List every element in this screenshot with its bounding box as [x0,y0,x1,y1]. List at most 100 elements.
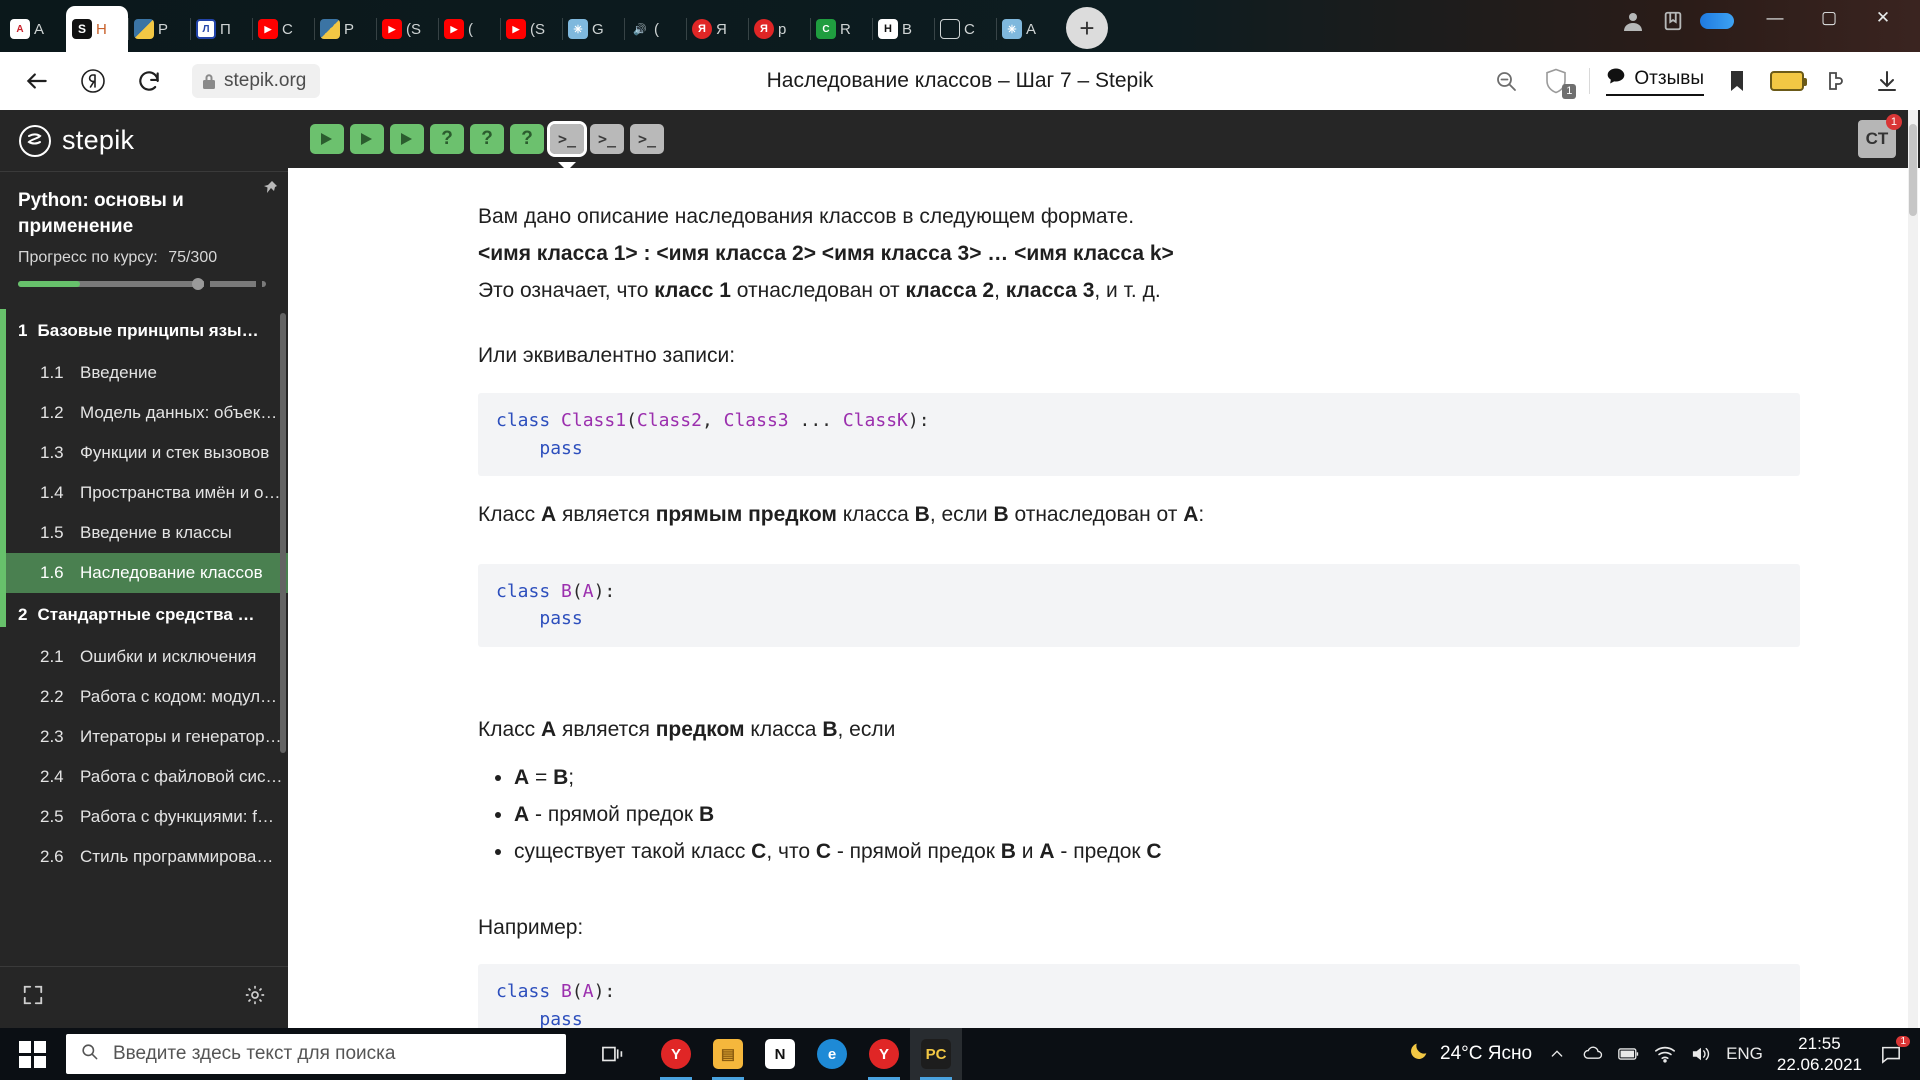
fullscreen-icon[interactable] [22,984,44,1011]
browser-tab[interactable]: 🔊( [624,6,686,52]
progress-gap-2 [256,281,262,288]
browser-tab[interactable]: ▶( [438,6,500,52]
sidebar-scrollbar[interactable] [280,313,286,754]
direct-c: B [914,502,930,526]
toc-unit[interactable]: 2 Стандартные средства … [0,593,288,637]
onedrive-icon[interactable] [1582,1043,1604,1065]
volume-icon[interactable] [1690,1043,1712,1065]
step-button-5[interactable]: ? [470,124,504,154]
reviews-button[interactable]: Отзывы [1606,66,1704,96]
system-tray: 24°C Ясно ENG 21:55 22.06.2021 1 [1408,1033,1914,1076]
scrollbar-thumb[interactable] [1909,124,1917,216]
language-indicator[interactable]: ENG [1726,1044,1763,1064]
sidebar-item-2-2[interactable]: 2.2 Работа с кодом: модул… [0,677,288,717]
toc-label: Стиль программирова… [80,847,274,867]
new-tab-button[interactable]: + [1066,7,1108,49]
browser-tab[interactable]: ▶ (S [500,6,562,52]
sync-indicator[interactable] [1700,13,1734,29]
sidebar-item-1-5[interactable]: 1.5 Введение в классы [0,513,288,553]
step-button-6[interactable]: ? [510,124,544,154]
extensions-icon[interactable] [1820,64,1854,98]
browser-tab[interactable]: ✳ A [996,6,1058,52]
start-button[interactable] [6,1028,58,1080]
browser-tab[interactable]: ✳ G [562,6,624,52]
condition-part: - прямой предок [831,839,1001,863]
browser-tab[interactable]: ЛП [190,6,252,52]
browser-tab[interactable]: Яp [748,6,810,52]
sidebar-item-1-2[interactable]: 1.2 Модель данных: объек… [0,393,288,433]
step-button-3[interactable] [390,124,424,154]
step-button-1[interactable] [310,124,344,154]
toc-unit[interactable]: 1 Базовые принципы язы… [0,309,288,353]
direct-bold: прямым предком [655,502,837,526]
sidebar-item-1-4[interactable]: 1.4 Пространства имён и о… [0,473,288,513]
browser-tab[interactable]: ЯЯ [686,6,748,52]
profile-icon[interactable] [1620,8,1646,34]
notion-icon[interactable]: N [754,1028,806,1080]
bookmark-icon[interactable] [1720,64,1754,98]
address-bar[interactable]: stepik.org [192,64,321,98]
sidebar-item-1-3[interactable]: 1.3 Функции и стек вызовов [0,433,288,473]
sidebar-item-2-1[interactable]: 2.1 Ошибки и исключения [0,637,288,677]
collections-icon[interactable] [1660,8,1686,34]
step-glyph: >_ [637,130,657,148]
browser-tab[interactable]: P [314,6,376,52]
yandex-browser-taskbar-icon[interactable]: Y [650,1028,702,1080]
lesson-content: ??? >_ >_ >_ CT 1 Вам дано описание наследо… [288,110,1920,1028]
weather-widget[interactable]: 24°C Ясно [1408,1040,1532,1068]
sidebar-item-1-6[interactable]: 1.6 Наследование классов [0,553,288,594]
minimize-button[interactable]: — [1748,0,1802,36]
wifi-icon[interactable] [1654,1043,1676,1065]
meaning-class1: класс 1 [654,278,731,302]
browser-tab[interactable]: P [128,6,190,52]
search-input[interactable]: Введите здесь текст для поиска [66,1034,566,1074]
toc-label: Ошибки и исключения [80,647,257,667]
back-arrow-icon[interactable] [16,60,58,102]
step-button-2[interactable] [350,124,384,154]
step-button-4[interactable]: ? [430,124,464,154]
step-button-8[interactable]: >_ [590,124,624,154]
page-scrollbar[interactable] [1908,110,1918,1028]
browser-tab[interactable]: AA [4,6,66,52]
shield-icon[interactable]: 1 [1539,64,1577,99]
browser-tab[interactable]: C [934,6,996,52]
battery-icon[interactable] [1618,1043,1640,1065]
browser-tab[interactable]: HB [872,6,934,52]
yandex-home-icon[interactable] [72,60,114,102]
sidebar-item-1-1[interactable]: 1.1 Введение [0,353,288,393]
step-button-7[interactable]: >_ [547,121,587,157]
step-button-9[interactable]: >_ [630,124,664,154]
maximize-button[interactable]: ▢ [1802,0,1856,36]
file-explorer-icon[interactable]: ▤ [702,1028,754,1080]
browser-tab[interactable]: SН [66,6,128,52]
yandex-browser-icon[interactable]: Y [858,1028,910,1080]
zoom-out-icon[interactable] [1489,64,1523,98]
close-button[interactable]: ✕ [1856,0,1910,36]
toc-number: 1.6 [40,563,64,583]
user-menu[interactable]: CT 1 [1858,114,1902,158]
notification-icon[interactable]: 1 [1876,1036,1910,1069]
stepik-brand[interactable]: stepik [0,110,288,172]
browser-tab[interactable]: ▶ C [252,6,314,52]
browser-tab[interactable]: ▶ (S [376,6,438,52]
gear-icon[interactable] [244,984,266,1011]
progress-text: Прогресс по курсу: [18,249,158,267]
sidebar-item-2-5[interactable]: 2.5 Работа с функциями: f… [0,797,288,837]
pin-icon[interactable] [262,180,278,203]
battery-icon[interactable] [1770,71,1807,91]
download-icon[interactable] [1870,64,1904,98]
browser-tab[interactable]: CR [810,6,872,52]
chevron-up-icon[interactable] [1546,1043,1568,1065]
edge-icon[interactable]: e [806,1028,858,1080]
sidebar-item-2-4[interactable]: 2.4 Работа с файловой сис… [0,757,288,797]
anc-bold: предком [655,717,745,741]
task-view-icon[interactable] [588,1028,640,1080]
sidebar-item-2-3[interactable]: 2.3 Итераторы и генератор… [0,717,288,757]
new-tab-plus-icon: + [1079,13,1095,43]
reload-icon[interactable] [128,60,170,102]
course-title[interactable]: Python: основы и применение [18,188,268,239]
sidebar-item-2-6[interactable]: 2.6 Стиль программирова… [0,837,288,877]
toc-number: 1.3 [40,443,64,463]
clock[interactable]: 21:55 22.06.2021 [1777,1033,1862,1076]
pycharm-icon[interactable]: PC [910,1028,962,1080]
